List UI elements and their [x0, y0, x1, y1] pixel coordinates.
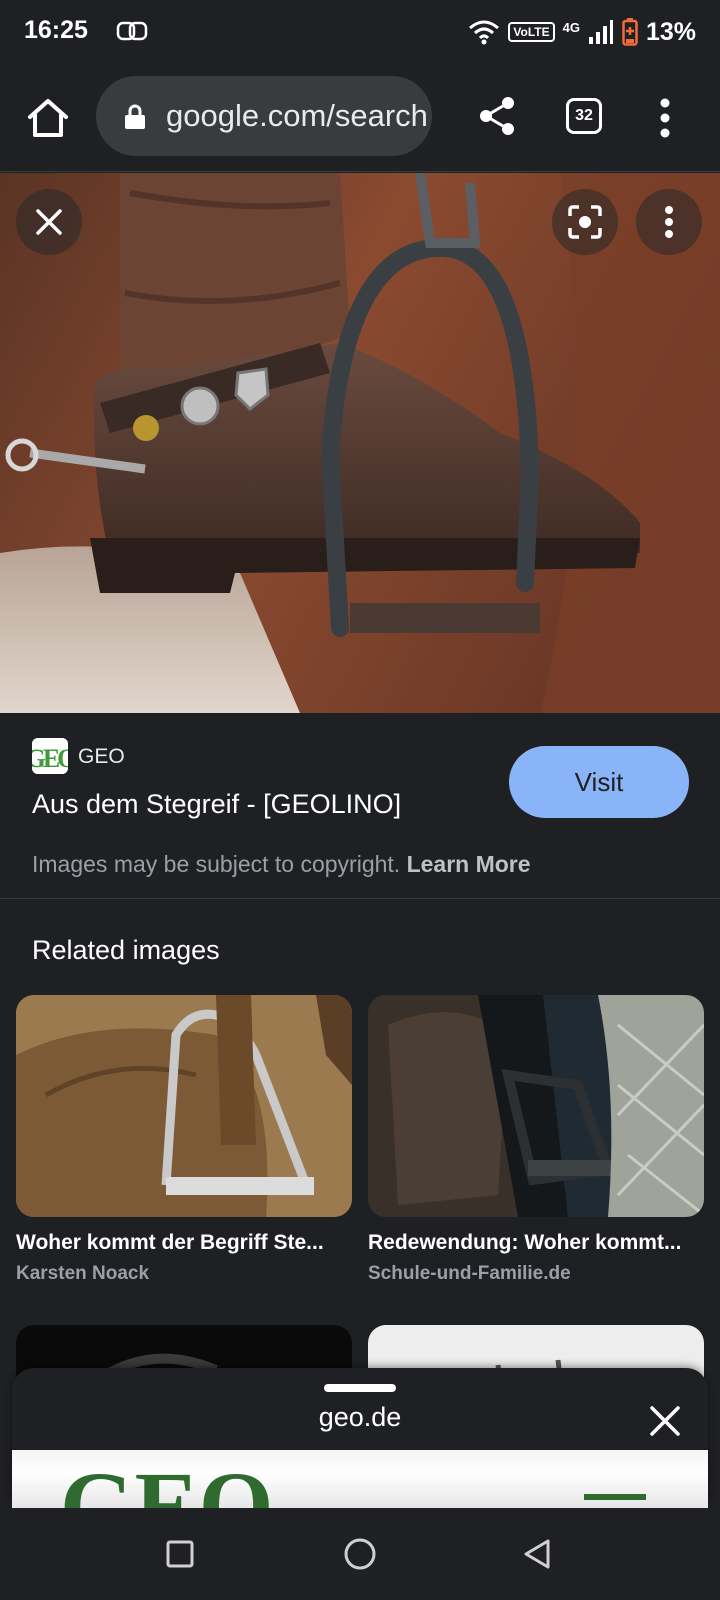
stirrup-saddle-photo [16, 995, 352, 1217]
site-preview: GEO [12, 1450, 708, 1508]
related-card[interactable]: Woher kommt der Begriff Ste... Karsten N… [16, 995, 352, 1285]
recents-icon[interactable] [160, 1534, 200, 1574]
visit-button[interactable]: Visit [509, 746, 689, 818]
saddle-stirrup-photo [368, 995, 704, 1217]
boot-stirrup-photo [0, 173, 720, 713]
url-text: google.com/search [166, 98, 428, 133]
copyright-text: Images may be subject to copyright. [32, 851, 401, 877]
related-title: Redewendung: Woher kommt... [368, 1231, 682, 1254]
tabs-button[interactable]: 32 [566, 98, 602, 134]
related-thumbnail[interactable] [368, 995, 704, 1217]
battery-low-icon [622, 18, 638, 46]
link-icon [116, 21, 148, 41]
copyright-notice: Images may be subject to copyright. Lear… [32, 851, 531, 878]
result-info: GEO GEO Aus dem Stegreif - [GEOLINO] Vis… [0, 713, 720, 899]
related-images-heading: Related images [32, 935, 220, 965]
lens-icon [568, 205, 602, 239]
close-icon[interactable] [648, 1404, 682, 1438]
source-favicon: GEO [32, 738, 68, 774]
address-bar[interactable]: google.com/search [96, 76, 432, 156]
status-indicators: VoLTE 4G 13% [468, 14, 696, 50]
close-icon [36, 209, 62, 235]
status-time: 16:25 [24, 16, 88, 44]
signal-icon [588, 20, 613, 44]
svg-text:GEO: GEO [60, 1452, 273, 1508]
svg-text:GEO: GEO [32, 744, 68, 773]
sheet-drag-handle[interactable] [324, 1384, 396, 1392]
close-viewer-button[interactable] [16, 189, 82, 255]
main-image[interactable] [0, 173, 720, 713]
more-vert-icon [665, 206, 673, 238]
home-nav-icon[interactable] [340, 1534, 380, 1574]
back-icon[interactable] [518, 1534, 558, 1574]
image-options-button[interactable] [636, 189, 702, 255]
status-bar: 16:25 VoLTE 4G 13% [0, 0, 720, 64]
system-navigation-bar [0, 1508, 720, 1600]
more-vert-icon[interactable] [650, 96, 680, 140]
source-name[interactable]: GEO [78, 745, 125, 769]
geo-site-logo: GEO [60, 1452, 646, 1508]
volte-badge: VoLTE [508, 22, 555, 42]
network-type: 4G [562, 19, 580, 35]
wifi-icon [469, 20, 500, 45]
related-source: Karsten Noack [16, 1263, 150, 1284]
geo-logo: GEO [32, 738, 68, 774]
related-source: Schule-und-Familie.de [368, 1263, 571, 1284]
related-thumbnail[interactable] [16, 995, 352, 1217]
sheet-domain: geo.de [318, 1402, 402, 1432]
related-card[interactable]: Redewendung: Woher kommt... Schule-und-F… [368, 995, 704, 1285]
battery-percent: 13% [645, 17, 696, 46]
browser-toolbar: google.com/search 32 [0, 64, 720, 172]
related-title: Woher kommt der Begriff Ste... [16, 1231, 324, 1254]
share-icon[interactable] [476, 94, 520, 138]
lens-search-button[interactable] [552, 189, 618, 255]
site-preview-sheet[interactable]: geo.de GEO [12, 1368, 708, 1508]
home-icon[interactable] [26, 96, 70, 140]
result-title[interactable]: Aus dem Stegreif - [GEOLINO] [32, 789, 401, 820]
learn-more-link[interactable]: Learn More [407, 851, 531, 877]
lock-icon [125, 104, 145, 129]
